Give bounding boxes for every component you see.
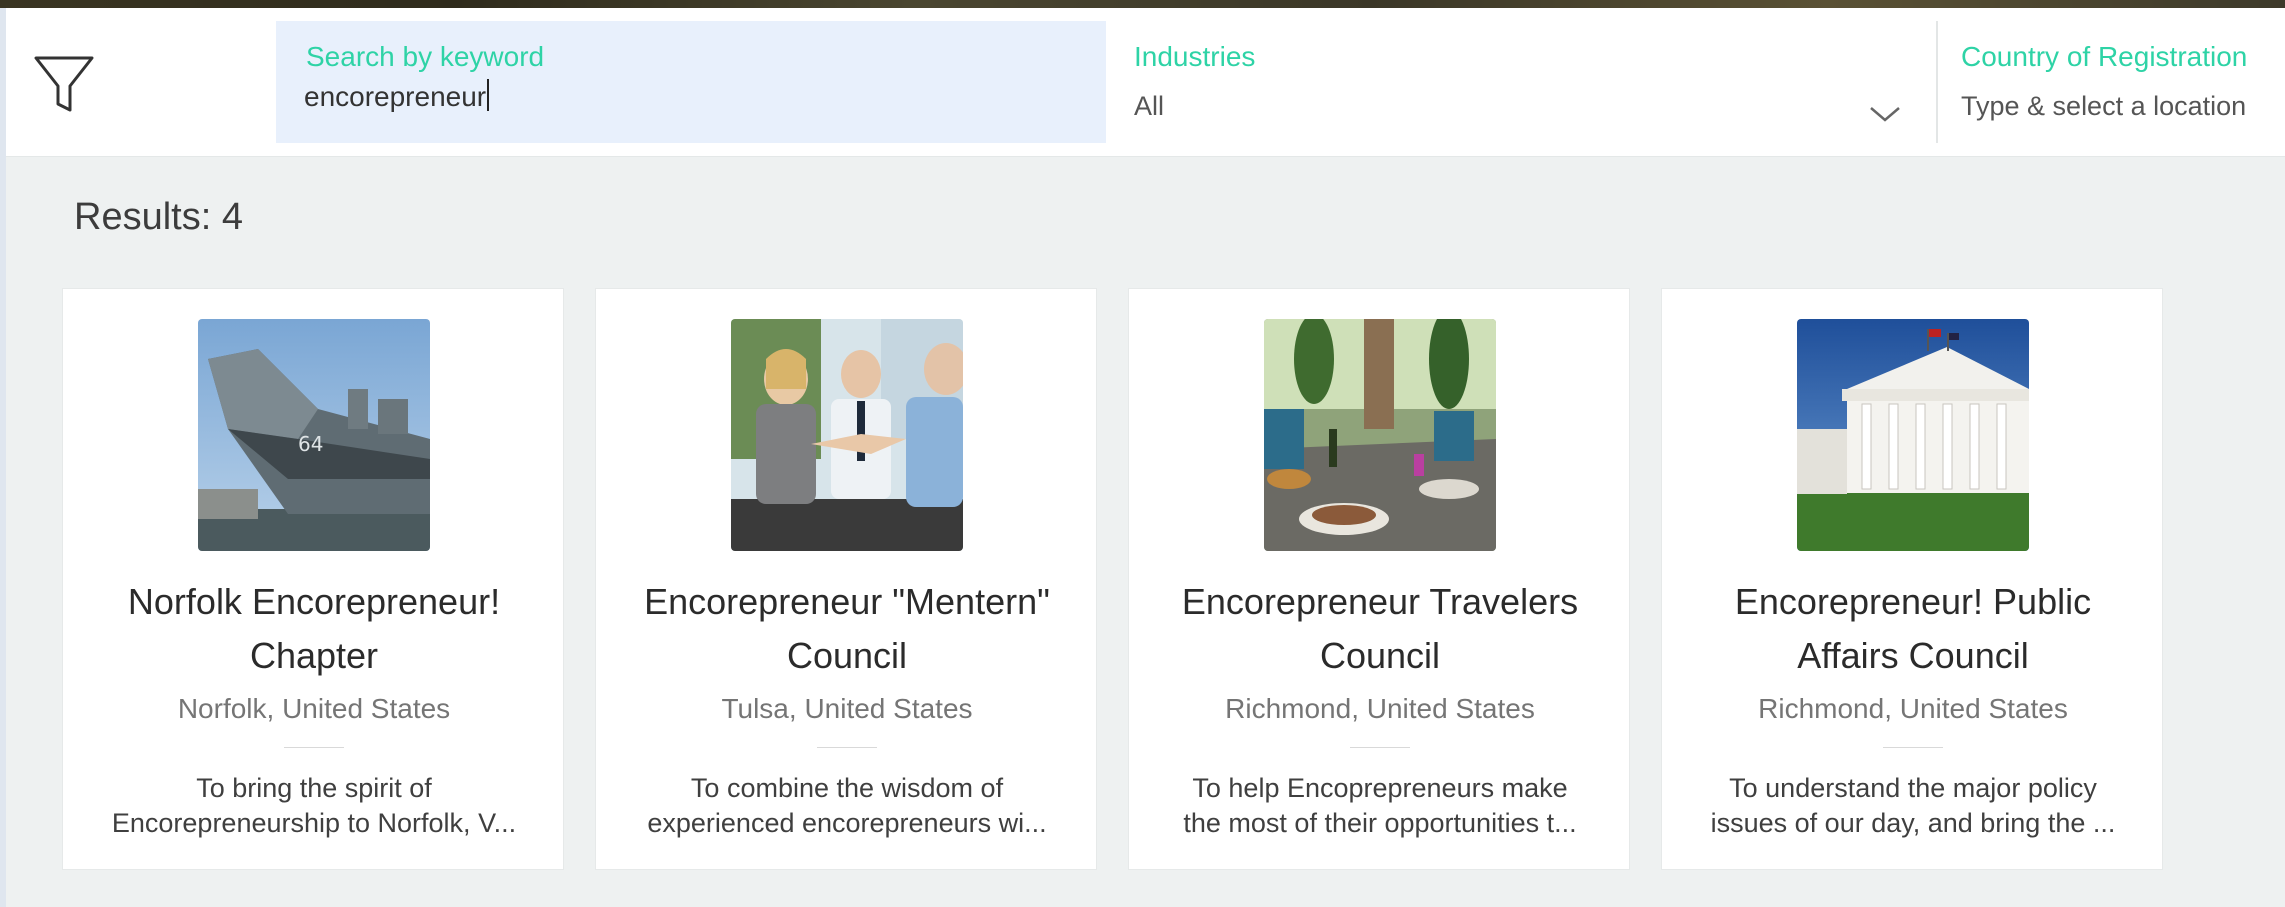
card-separator [1350,747,1410,748]
card-title-line: Chapter [249,635,379,676]
card-location: Tulsa, United States [721,693,973,724]
card-location: Richmond, United States [1758,693,2068,724]
filter-bar: Search by keyword encorepreneur Industri… [6,8,2285,157]
country-location-field[interactable]: Country of Registration Type & select a … [1961,21,2285,143]
card-image-capitol[interactable] [1797,319,2029,551]
card-title-line: Norfolk Encorepreneur! [127,581,501,622]
card-title-line: Encorepreneur "Mentern" [644,581,1050,622]
result-card[interactable]: Encorepreneur! Public Affairs Council Ri… [1661,288,2163,870]
hero-image-strip [0,0,2285,8]
country-input-placeholder[interactable]: Type & select a location [1961,91,2246,122]
search-input-value: encorepreneur [304,81,487,112]
result-card[interactable]: Encorepreneur Travelers Council Richmond… [1128,288,1630,870]
card-description-line: the most of their opportunities t... [1183,808,1577,838]
card-title-line: Encorepreneur Travelers [1181,581,1579,622]
card-title-line: Council [786,635,908,676]
card-title[interactable]: Encorepreneur Travelers Council [1149,575,1611,683]
industries-select[interactable]: Industries All [1128,21,1928,143]
svg-text:64: 64 [298,432,323,456]
card-description: To help Encoprepreneurs make the most of… [1149,771,1611,841]
card-separator [1883,747,1943,748]
card-description-line: To help Encoprepreneurs make [1192,773,1568,803]
result-card[interactable]: Encorepreneur "Mentern" Council Tulsa, U… [595,288,1097,870]
card-image-battleship[interactable]: 64 [198,319,430,551]
card-description: To combine the wisdom of experienced enc… [616,771,1078,841]
card-title[interactable]: Encorepreneur! Public Affairs Council [1682,575,2144,683]
chevron-down-icon[interactable] [1868,103,1902,125]
card-title-line: Affairs Council [1797,635,2029,676]
card-title[interactable]: Encorepreneur "Mentern" Council [616,575,1078,683]
card-title-line: Council [1319,635,1441,676]
search-input[interactable]: encorepreneur [304,79,490,113]
filter-divider [1936,21,1938,143]
industries-label: Industries [1134,41,1256,72]
card-description-line: experienced encorepreneurs wi... [647,808,1047,838]
card-image-dining[interactable] [1264,319,1496,551]
card-location: Richmond, United States [1225,693,1535,724]
card-description-line: Encorepreneurship to Norfolk, V... [111,808,517,838]
industries-value: All [1134,91,1165,121]
search-field[interactable]: Search by keyword encorepreneur [276,21,1106,143]
card-description-line: To combine the wisdom of [690,773,1004,803]
card-title[interactable]: Norfolk Encorepreneur! Chapter [83,575,545,683]
result-card[interactable]: 64 Norfolk Encorepreneur! Chapter Norfol… [62,288,564,870]
results-count: Results: 4 [74,196,243,238]
country-label: Country of Registration [1961,41,2248,72]
filter-icon[interactable] [28,48,100,120]
text-cursor [487,79,490,111]
card-title-line: Encorepreneur! Public [1734,581,2092,622]
card-description-line: To bring the spirit of [196,773,432,803]
card-image-handshake[interactable] [731,319,963,551]
card-separator [284,747,344,748]
card-description: To bring the spirit of Encorepreneurship… [83,771,545,841]
card-description-line: To understand the major policy [1729,773,2097,803]
card-separator [817,747,877,748]
card-location: Norfolk, United States [177,693,451,724]
card-description-line: issues of our day, and bring the ... [1710,808,2116,838]
search-label: Search by keyword [306,41,545,72]
card-description: To understand the major policy issues of… [1682,771,2144,841]
